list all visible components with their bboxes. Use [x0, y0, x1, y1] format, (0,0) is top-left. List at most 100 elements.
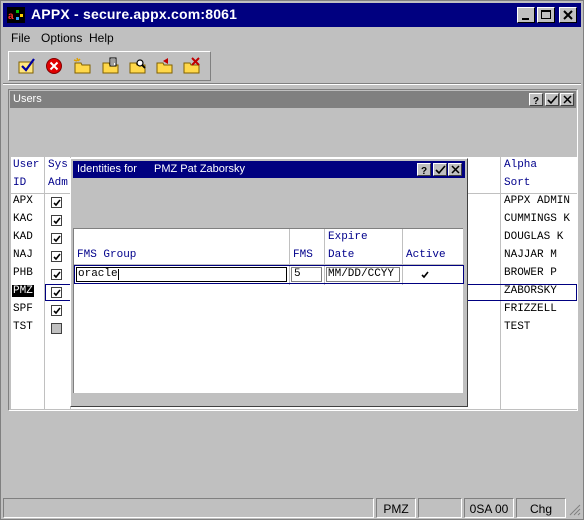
close-icon	[451, 165, 460, 174]
cancel-icon[interactable]	[44, 57, 64, 75]
close-window-button[interactable]	[559, 7, 577, 23]
minimize-icon	[522, 18, 529, 20]
prev-folder-icon[interactable]	[155, 57, 175, 75]
table-row-alpha[interactable]: DOUGLAS K	[504, 231, 563, 243]
toolbar-divider	[3, 83, 581, 85]
app-window: a APPX - secure.appx.com:8061 File Optio…	[0, 0, 584, 520]
fms-group-input[interactable]: oracle	[76, 267, 287, 282]
alpha-sort-header-2: Sort	[504, 177, 531, 189]
resize-grip-icon[interactable]	[569, 504, 581, 516]
help-icon: ?	[533, 96, 539, 105]
table-row-alpha[interactable]: BROWER P	[504, 267, 557, 279]
table-row-alpha[interactable]: CUMMINGS K	[504, 213, 570, 225]
table-row-user-id[interactable]: KAD	[13, 231, 33, 243]
menu-file[interactable]: File	[11, 31, 30, 45]
user-id-header: User	[13, 159, 40, 171]
status-empty	[418, 498, 462, 518]
users-help-button[interactable]: ?	[529, 93, 543, 106]
maximize-icon	[541, 10, 551, 19]
table-row-alpha[interactable]: APPX ADMIN	[504, 195, 570, 207]
maximize-button[interactable]	[537, 7, 555, 23]
table-row-user-id[interactable]: TST	[13, 321, 33, 333]
expire-date-value: MM/DD/CCYY	[328, 268, 395, 280]
table-row-user-id[interactable]: APX	[13, 195, 33, 207]
sys-admin-header-2: Adm	[48, 177, 68, 189]
delete-folder-icon[interactable]	[182, 57, 202, 75]
sys-admin-checkbox[interactable]	[51, 305, 62, 316]
identities-title-bar[interactable]: Identities for PMZ Pat Zaborsky ?	[73, 161, 465, 178]
user-id-header-2: ID	[13, 177, 27, 189]
status-user-text: PMZ	[383, 502, 409, 516]
active-checkbox[interactable]	[419, 269, 430, 280]
fms-input[interactable]: 5	[291, 267, 322, 282]
close-icon	[563, 10, 573, 20]
table-row-user-id[interactable]: SPF	[13, 303, 33, 315]
status-app-text: 0SA 00	[469, 502, 509, 516]
sys-admin-checkbox[interactable]	[51, 233, 62, 244]
fms-group-value: oracle	[78, 268, 118, 280]
users-title-bar[interactable]: Users ?	[10, 91, 576, 108]
identities-title: Identities for PMZ Pat Zaborsky	[77, 163, 245, 175]
text-cursor	[118, 269, 119, 280]
sys-admin-checkbox[interactable]	[51, 215, 62, 226]
table-row-alpha[interactable]: TEST	[504, 321, 530, 333]
table-row-user-id[interactable]: NAJ	[13, 249, 33, 261]
identities-title-user: PMZ Pat Zaborsky	[153, 163, 246, 175]
sys-admin-column	[45, 157, 71, 409]
identities-table: FMS Group FMS Expire Date Active oracle …	[73, 228, 464, 393]
alpha-sort-header: Alpha	[504, 159, 538, 171]
expire-date-header-2: Date	[328, 249, 355, 261]
sys-admin-checkbox[interactable]	[51, 323, 62, 334]
appx-logo-icon: a	[7, 7, 25, 23]
identities-dialog: Identities for PMZ Pat Zaborsky ? FMS Gr…	[70, 158, 468, 407]
status-app: 0SA 00	[464, 498, 514, 518]
table-row-user-id[interactable]: KAC	[13, 213, 33, 225]
edit-folder-icon[interactable]	[101, 57, 121, 75]
table-row-user-id[interactable]: PHB	[13, 267, 33, 279]
menu-options[interactable]: Options	[41, 31, 82, 45]
table-row-alpha[interactable]: FRIZZELL	[504, 303, 557, 315]
sys-admin-header: Sys	[48, 159, 68, 171]
checkmark-icon[interactable]	[17, 57, 37, 75]
fms-header: FMS	[293, 249, 313, 261]
minimize-button[interactable]	[517, 7, 535, 23]
status-mode: Chg	[516, 498, 566, 518]
help-icon: ?	[421, 166, 427, 175]
identities-ok-button[interactable]	[433, 163, 447, 176]
window-title: APPX - secure.appx.com:8061	[31, 6, 238, 22]
users-title: Users	[13, 93, 42, 105]
expire-date-header: Expire	[328, 231, 368, 243]
active-header: Active	[406, 249, 446, 261]
search-folder-icon[interactable]	[128, 57, 148, 75]
identities-help-button[interactable]: ?	[417, 163, 431, 176]
status-bar: PMZ 0SA 00 Chg	[3, 498, 581, 518]
new-folder-icon[interactable]	[73, 57, 93, 75]
title-bar[interactable]: a APPX - secure.appx.com:8061	[3, 3, 581, 27]
sys-admin-checkbox[interactable]	[51, 251, 62, 262]
svg-text:a: a	[8, 11, 14, 22]
toolbar	[8, 51, 211, 81]
users-ok-button[interactable]	[545, 93, 559, 106]
table-row-user-id-selected[interactable]: PMZ	[12, 285, 34, 297]
status-mode-text: Chg	[529, 502, 552, 516]
status-user: PMZ	[376, 498, 416, 518]
menu-help[interactable]: Help	[89, 31, 114, 45]
close-icon	[563, 95, 572, 104]
table-row-alpha[interactable]: NAJJAR M	[504, 249, 557, 261]
checkmark-icon	[547, 95, 558, 105]
menu-bar: File Options Help	[3, 28, 581, 48]
identities-status-strip	[73, 395, 465, 403]
identities-close-button[interactable]	[448, 163, 462, 176]
fms-value: 5	[294, 268, 301, 280]
svg-text:?: ?	[533, 96, 539, 105]
table-row-alpha[interactable]: ZABORSKY	[504, 285, 557, 297]
users-close-button[interactable]	[560, 93, 574, 106]
sys-admin-checkbox[interactable]	[51, 197, 62, 208]
expire-date-input[interactable]: MM/DD/CCYY	[326, 267, 400, 282]
sys-admin-checkbox[interactable]	[51, 287, 62, 298]
fms-group-header: FMS Group	[77, 249, 137, 261]
svg-text:?: ?	[421, 166, 427, 175]
checkmark-icon	[435, 165, 446, 175]
identities-title-prefix: Identities for	[77, 163, 137, 175]
sys-admin-checkbox[interactable]	[51, 269, 62, 280]
